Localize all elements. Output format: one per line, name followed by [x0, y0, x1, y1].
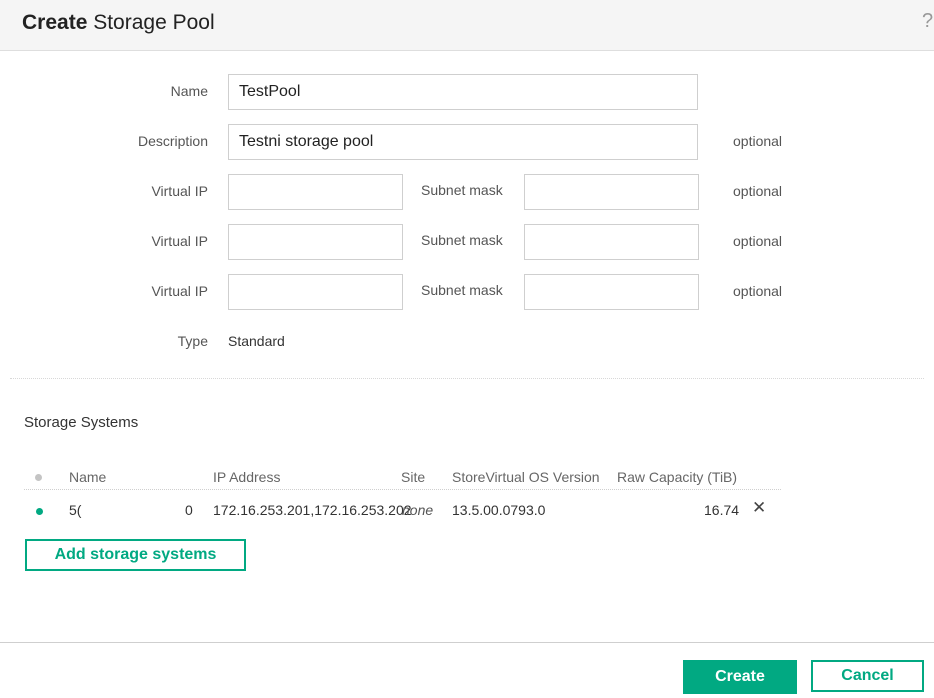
virtual-ip-input-3[interactable] — [228, 274, 403, 310]
description-label: Description — [137, 133, 208, 149]
subnet-mask-label-3: Subnet mask — [421, 282, 503, 298]
title-rest: Storage Pool — [87, 11, 215, 34]
type-value: Standard — [228, 333, 285, 349]
virtual-ip-label-1: Virtual IP — [151, 183, 208, 199]
row-capacity: 16.74 — [704, 502, 740, 518]
virtual-ip-label-3: Virtual IP — [151, 283, 208, 299]
subnet-mask-label-2: Subnet mask — [421, 232, 503, 248]
row-site: none — [402, 502, 434, 518]
description-optional: optional — [733, 133, 783, 149]
row-name-a: 5( — [69, 502, 82, 518]
virtual-ip-label-2: Virtual IP — [151, 233, 208, 249]
col-ip-header: IP Address — [213, 469, 281, 485]
col-site-header: Site — [401, 469, 426, 485]
table-header-divider — [24, 489, 781, 490]
footer-divider — [0, 642, 934, 643]
section-divider — [10, 378, 924, 379]
create-button[interactable]: Create — [683, 660, 797, 694]
subnet-mask-input-2[interactable] — [524, 224, 699, 260]
status-header-icon — [35, 474, 42, 481]
add-storage-systems-button[interactable]: Add storage systems — [25, 539, 246, 571]
col-name-header: Name — [69, 469, 107, 485]
cancel-button[interactable]: Cancel — [811, 660, 924, 692]
help-icon[interactable]: ? — [922, 10, 934, 33]
row-version: 13.5.00.0793.0 — [452, 502, 546, 518]
title-bold: Create — [22, 11, 88, 34]
dialog-header: Create Storage Pool ? — [0, 0, 934, 51]
name-label: Name — [170, 83, 208, 99]
virtual-ip-input-2[interactable] — [228, 224, 403, 260]
name-input[interactable] — [228, 74, 698, 110]
col-capacity-header: Raw Capacity (TiB) — [617, 469, 738, 485]
col-version-header: StoreVirtual OS Version — [452, 469, 600, 485]
close-icon[interactable]: ✕ — [752, 498, 766, 518]
status-dot-icon — [36, 508, 43, 515]
row-ip: 172.16.253.201,172.16.253.202 — [213, 502, 412, 518]
subnet-mask-input-3[interactable] — [524, 274, 699, 310]
vip-optional-3: optional — [733, 283, 783, 299]
subnet-mask-label-1: Subnet mask — [421, 182, 503, 198]
virtual-ip-input-1[interactable] — [228, 174, 403, 210]
storage-systems-title: Storage Systems — [24, 414, 139, 431]
subnet-mask-input-1[interactable] — [524, 174, 699, 210]
type-label: Type — [177, 333, 208, 349]
row-name-b: 0 — [185, 502, 193, 518]
dialog-title: Create Storage Pool — [22, 11, 215, 35]
vip-optional-1: optional — [733, 183, 783, 199]
vip-optional-2: optional — [733, 233, 783, 249]
description-input[interactable] — [228, 124, 698, 160]
